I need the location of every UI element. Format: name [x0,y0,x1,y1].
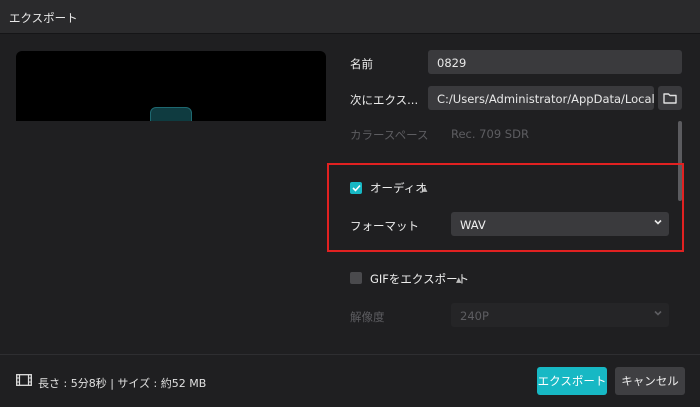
preview-thumbnail [150,107,192,121]
collapse-caret-icon[interactable]: ▲ [422,185,427,193]
film-icon [16,374,32,386]
chevron-down-icon [654,310,662,316]
browse-folder-button[interactable] [658,86,682,110]
window-title: エクスポート [9,11,78,25]
resolution-value: 240P [460,309,489,323]
video-preview [16,51,326,121]
folder-icon [663,93,677,104]
check-icon [351,184,361,192]
audio-label[interactable]: オーディオ [370,180,427,196]
cancel-button[interactable]: キャンセル [615,367,685,395]
name-label: 名前 [350,57,373,71]
export-info-text: 長さ : 5分8秒 | サイズ : 約52 MB [38,377,207,390]
export-button[interactable]: エクスポート [537,367,607,395]
collapse-caret-icon[interactable]: ▲ [456,276,461,284]
export-dialog-body: 名前 0829 次にエクス... C:/Users/Administrator/… [0,34,700,354]
export-to-label: 次にエクス... [350,93,419,107]
gif-checkbox[interactable] [350,272,362,284]
audio-format-select[interactable]: WAV [451,212,669,236]
audio-format-value: WAV [460,218,486,232]
gif-export-label[interactable]: GIFをエクスポート [370,271,469,287]
export-path-input[interactable]: C:/Users/Administrator/AppData/Local/C..… [428,86,654,110]
color-space-value: Rec. 709 SDR [451,127,529,141]
color-space-label: カラースペース [350,128,429,142]
audio-checkbox[interactable] [350,182,362,194]
audio-format-label: フォーマット [350,219,419,233]
chevron-down-icon [654,219,662,225]
name-input[interactable]: 0829 [428,50,682,74]
audio-section-highlight [327,163,684,252]
title-bar: エクスポート [0,0,700,34]
resolution-select: 240P [451,303,669,327]
resolution-label: 解像度 [350,310,385,324]
footer-bar: 長さ : 5分8秒 | サイズ : 約52 MB エクスポート キャンセル [0,354,700,407]
